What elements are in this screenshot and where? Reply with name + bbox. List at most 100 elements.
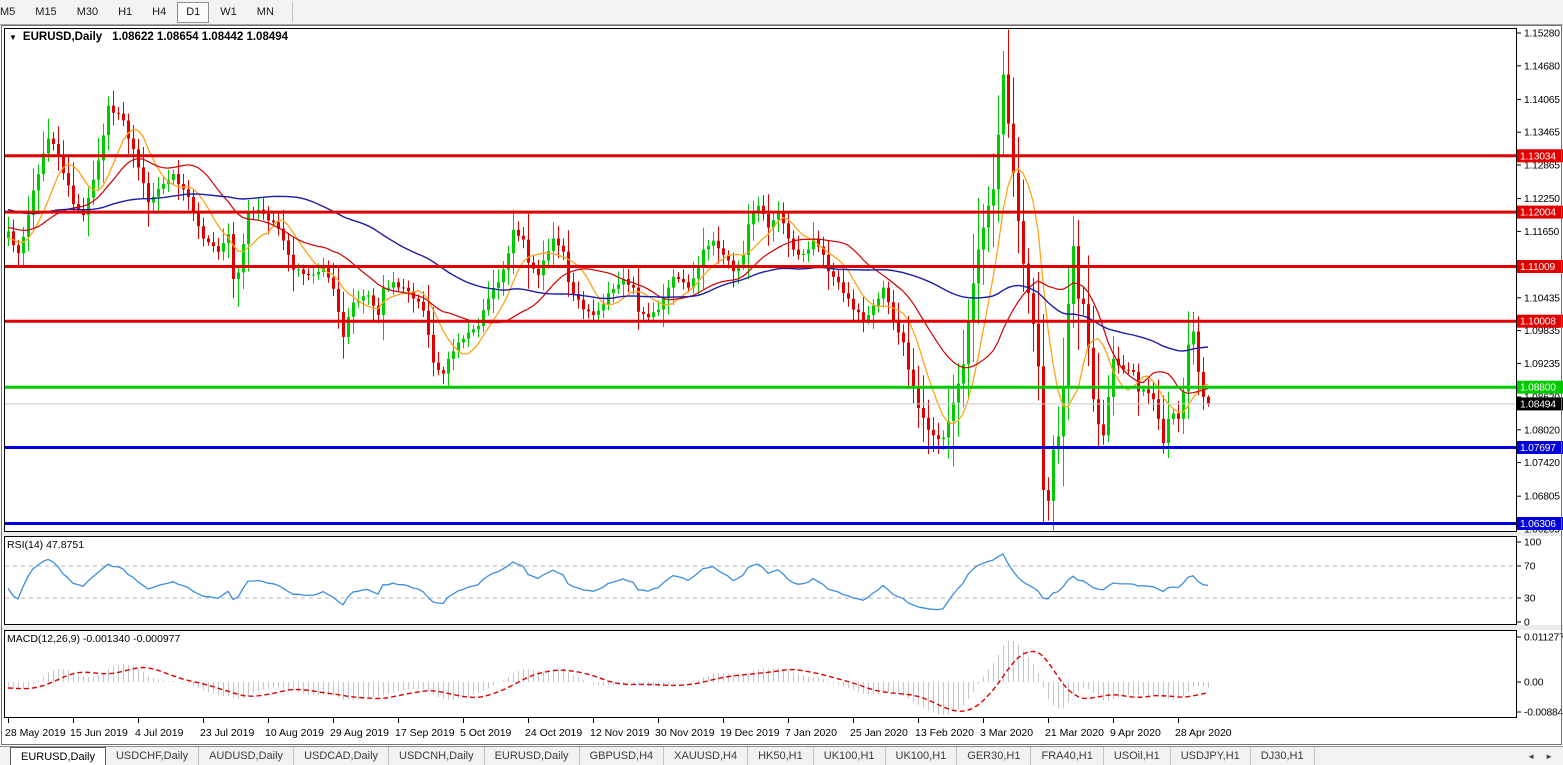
timeframe-m5[interactable]: M5: [0, 2, 24, 23]
candle-body: [427, 311, 430, 335]
tab-xauusd-h4[interactable]: XAUUSD,H4: [664, 747, 748, 765]
price-tick-label: 1.08020: [1524, 425, 1560, 436]
price-level-badges: 1.130341.120041.110091.100081.088001.076…: [1517, 149, 1563, 530]
tab-eurusd-daily[interactable]: EURUSD,Daily: [10, 747, 106, 765]
candle-body: [57, 144, 60, 155]
price-level-badge-label: 1.11009: [1520, 262, 1556, 273]
timeframe-h4[interactable]: H4: [143, 2, 175, 23]
date-tick-label: 21 Mar 2020: [1045, 727, 1104, 739]
candle-body: [717, 241, 720, 249]
candle-body: [1082, 299, 1085, 305]
candle-body: [362, 296, 365, 300]
tab-dj30-h1[interactable]: DJ30,H1: [1251, 747, 1315, 765]
candle-body: [832, 271, 835, 277]
candle-body: [222, 243, 225, 252]
price-tick-label: 1.07420: [1524, 458, 1560, 469]
candle-body: [287, 240, 290, 254]
chart-dropdown-icon[interactable]: ▼: [9, 33, 17, 42]
candle-body: [157, 189, 160, 197]
date-tick-label: 10 Aug 2019: [265, 727, 324, 739]
candle-body: [112, 106, 115, 113]
timeframe-m15[interactable]: M15: [26, 2, 65, 23]
candle-body: [1072, 246, 1075, 304]
candle-body: [367, 295, 370, 296]
candle-body: [517, 230, 520, 236]
tab-eurusd-daily-2[interactable]: EURUSD,Daily: [485, 747, 580, 765]
candle-body: [62, 155, 65, 173]
candle-body: [687, 282, 690, 288]
tab-gbpusd-h4[interactable]: GBPUSD,H4: [580, 747, 665, 765]
candle-body: [1067, 304, 1070, 386]
tab-fra40-h1[interactable]: FRA40,H1: [1031, 747, 1103, 765]
timeframe-m30[interactable]: M30: [68, 2, 107, 23]
timeframe-mn[interactable]: MN: [248, 2, 283, 23]
candle-body: [67, 173, 70, 185]
candle-body: [267, 214, 270, 221]
candle-body: [202, 226, 205, 238]
chart-canvas[interactable]: 1.152801.146801.140651.134651.128651.122…: [0, 0, 1563, 765]
panel-splitter: [0, 625, 1563, 630]
tabs-scroll-right-icon[interactable]: ►: [1545, 752, 1553, 761]
timeframe-d1[interactable]: D1: [177, 2, 209, 23]
candle-body: [1187, 345, 1190, 392]
tabs-scroll-left-icon[interactable]: ◄: [1527, 752, 1535, 761]
candle-body: [117, 113, 120, 114]
tab-usdcad-daily[interactable]: USDCAD,Daily: [294, 747, 389, 765]
candle-body: [642, 312, 645, 314]
macd-indicator-label: MACD(12,26,9) -0.001340 -0.000977: [7, 633, 180, 645]
date-axis[interactable]: 28 May 201915 Jun 20194 Jul 201923 Jul 2…: [5, 718, 1232, 739]
candle-body: [702, 250, 705, 266]
date-tick-label: 17 Sep 2019: [395, 727, 455, 739]
rsi-tick-label: 0: [1524, 618, 1530, 629]
candle-body: [487, 299, 490, 311]
tab-audusd-daily[interactable]: AUDUSD,Daily: [199, 747, 294, 765]
tab-hk50-h1[interactable]: HK50,H1: [748, 747, 814, 765]
toolbar-separator: [292, 2, 293, 22]
candle-body: [502, 270, 505, 283]
price-level-badge-label: 1.06306: [1520, 519, 1556, 530]
candle-body: [647, 314, 650, 317]
chart-panels: [0, 29, 1563, 718]
candle-body: [527, 240, 530, 263]
candle-body: [307, 274, 310, 275]
tab-ger30-h1[interactable]: GER30,H1: [957, 747, 1031, 765]
tab-uk100-h1-2[interactable]: UK100,H1: [886, 747, 958, 765]
candle-body: [1077, 246, 1080, 299]
rsi-tick-label: 30: [1524, 594, 1536, 605]
tab-usoil-h1[interactable]: USOil,H1: [1104, 747, 1171, 765]
date-tick-label: 30 Nov 2019: [655, 727, 715, 739]
tab-uk100-h1[interactable]: UK100,H1: [814, 747, 886, 765]
candle-body: [127, 121, 130, 139]
price-tick-label: 1.09835: [1524, 326, 1560, 337]
candle-body: [997, 135, 1000, 190]
candle-body: [1107, 397, 1110, 435]
rsi-indicator-label: RSI(14) 47.8751: [7, 539, 84, 551]
candle-body: [707, 246, 710, 250]
tab-usdcnh-daily[interactable]: USDCNH,Daily: [389, 747, 485, 765]
candle-body: [877, 299, 880, 306]
candle-body: [1192, 331, 1195, 344]
candle-body: [712, 241, 715, 246]
candle-body: [942, 438, 945, 440]
chart-title: ▼ EURUSD,Daily 1.08622 1.08654 1.08442 1…: [9, 31, 288, 43]
candle-body: [437, 363, 440, 371]
candle-body: [302, 270, 305, 275]
candle-body: [882, 288, 885, 299]
tab-usdjpy-h1[interactable]: USDJPY,H1: [1171, 747, 1251, 765]
candle-body: [1162, 419, 1165, 443]
candle-body: [857, 310, 860, 313]
candle-body: [247, 212, 250, 244]
candle-body: [1042, 366, 1045, 490]
price-axis[interactable]: 1.152801.146801.140651.134651.128651.122…: [1516, 29, 1563, 719]
tab-usdchf-daily[interactable]: USDCHF,Daily: [106, 747, 199, 765]
candle-body: [352, 303, 355, 317]
chart-title-symbol: EURUSD,Daily: [23, 31, 102, 43]
price-level-badge-label: 1.08800: [1520, 383, 1556, 394]
candle-body: [497, 282, 500, 288]
candle-body: [537, 269, 540, 276]
candle-body: [37, 174, 40, 190]
candle-body: [17, 245, 20, 253]
candle-body: [47, 139, 50, 154]
timeframe-h1[interactable]: H1: [109, 2, 141, 23]
timeframe-w1[interactable]: W1: [211, 2, 246, 23]
